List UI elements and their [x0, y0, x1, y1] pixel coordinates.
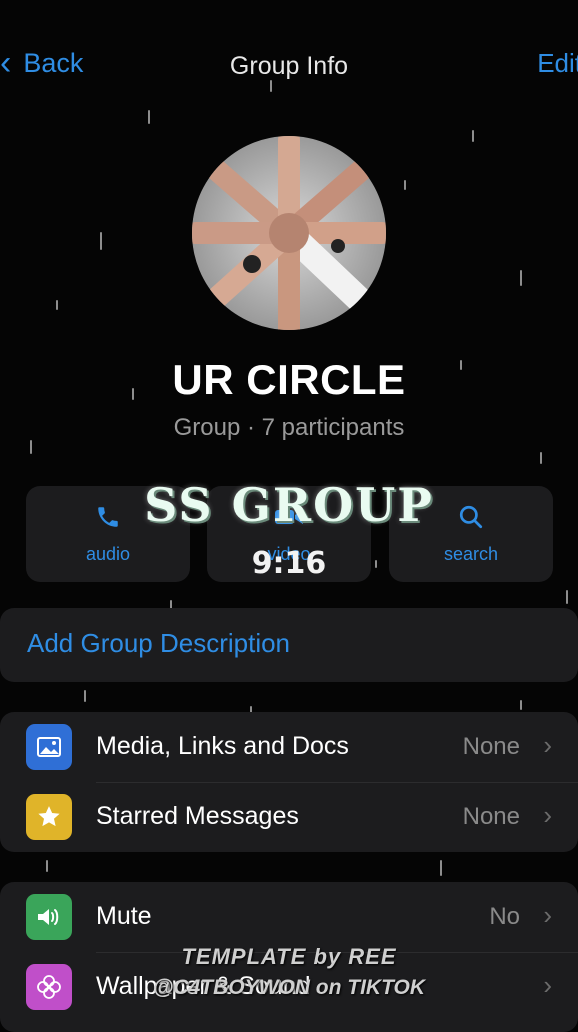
starred-value: None — [462, 803, 520, 830]
group-name: UR CIRCLE — [172, 356, 406, 403]
page-title: Group Info — [229, 52, 349, 80]
media-section: Media, Links and Docs None › Starred Mes… — [0, 712, 578, 852]
media-label: Media, Links and Docs — [96, 732, 349, 760]
chevron-right-icon: › — [543, 900, 552, 930]
overlay-time: 9:16 — [251, 546, 327, 581]
add-description-card[interactable]: Add Group Description — [0, 608, 578, 682]
template-credit: TEMPLATE by REE — [181, 944, 397, 969]
chevron-right-icon: › — [543, 800, 552, 830]
star-icon — [26, 794, 72, 840]
media-value: None — [462, 733, 520, 760]
starred-messages-row[interactable]: Starred Messages None › — [0, 782, 578, 852]
group-avatar[interactable] — [192, 136, 386, 330]
group-subtitle: Group · 7 participants — [173, 414, 405, 441]
mute-value: No — [489, 903, 520, 930]
mute-label: Mute — [96, 902, 152, 930]
navigation-bar: ‹ Back Group Info Edit — [0, 40, 578, 90]
chevron-right-icon: › — [543, 730, 552, 760]
add-description-link[interactable]: Add Group Description — [27, 628, 290, 659]
photo-icon — [26, 724, 72, 770]
starred-label: Starred Messages — [96, 802, 299, 830]
tiktok-credit: @C4TBOYWON on TIKTOK — [152, 976, 426, 999]
mute-row[interactable]: Mute No › — [0, 882, 578, 952]
group-photo — [192, 136, 386, 330]
overlay-title: SS GROUP — [144, 478, 434, 532]
media-links-docs-row[interactable]: Media, Links and Docs None › — [0, 712, 578, 782]
speaker-icon — [26, 894, 72, 940]
edit-button[interactable]: Edit — [537, 48, 578, 79]
